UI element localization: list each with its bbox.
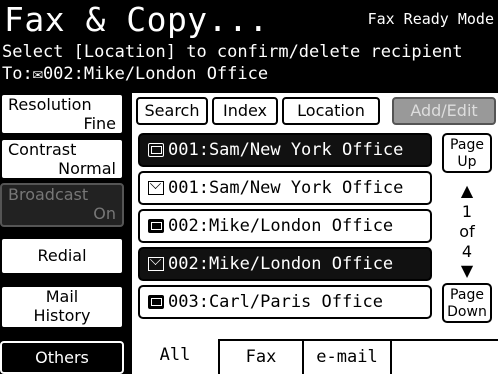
filter-tab-bar: All Fax e-mail	[132, 339, 498, 374]
page-down-label-2: Down	[447, 304, 487, 320]
address-book-panel: Search Index Location Add/Edit 001:Sam/N…	[130, 93, 498, 374]
total-pages: 4	[461, 242, 473, 261]
contrast-label: Contrast	[8, 140, 77, 159]
list-item[interactable]: 002:Mike/London Office	[138, 209, 432, 243]
contrast-button[interactable]: Contrast Normal	[0, 138, 124, 180]
mail-icon	[148, 181, 164, 195]
list-item-label: 002:Mike/London Office	[168, 254, 394, 274]
page-up-button[interactable]: Page Up	[442, 133, 492, 173]
tab-all[interactable]: All	[132, 339, 220, 374]
list-item[interactable]: 001:Sam/New York Office	[138, 133, 432, 167]
mail-icon	[148, 257, 164, 271]
mode-status: Fax Ready Mode	[367, 10, 494, 28]
resolution-button[interactable]: Resolution Fine	[0, 93, 124, 135]
add-edit-button[interactable]: Add/Edit	[392, 97, 496, 125]
tab-fax[interactable]: Fax	[220, 341, 304, 374]
list-item-label: 002:Mike/London Office	[168, 216, 394, 236]
contrast-value: Normal	[58, 159, 116, 178]
redial-button[interactable]: Redial	[0, 237, 124, 275]
current-page: 1	[461, 202, 473, 221]
resolution-label: Resolution	[8, 95, 92, 114]
instruction-text: Select [Location] to confirm/delete reci…	[2, 42, 463, 62]
page-down-button[interactable]: Page Down	[442, 283, 492, 323]
arrow-up-icon: ▲	[460, 181, 474, 200]
fax-icon	[148, 143, 164, 157]
mail-history-button[interactable]: Mail History	[0, 285, 124, 329]
list-item[interactable]: 003:Carl/Paris Office	[138, 285, 432, 319]
list-item-label: 001:Sam/New York Office	[168, 140, 404, 160]
list-item[interactable]: 002:Mike/London Office	[138, 247, 432, 281]
arrow-down-icon: ▼	[460, 261, 474, 280]
search-button[interactable]: Search	[136, 97, 208, 125]
mail-history-label-1: Mail	[45, 287, 79, 306]
broadcast-value: On	[93, 204, 116, 223]
fax-icon	[148, 219, 164, 233]
page-up-label-2: Up	[457, 154, 477, 170]
page-up-label-1: Page	[450, 137, 484, 153]
pager: Page Up ▲ 1 of 4 ▼ Page Down	[440, 133, 496, 329]
index-button[interactable]: Index	[212, 97, 278, 125]
others-button[interactable]: Others	[0, 341, 124, 374]
broadcast-button[interactable]: Broadcast On	[0, 183, 124, 227]
broadcast-label: Broadcast	[8, 185, 89, 204]
fax-icon	[148, 295, 164, 309]
location-button[interactable]: Location	[282, 97, 380, 125]
others-label: Others	[35, 348, 89, 367]
recipient-line: To:✉002:Mike/London Office	[2, 64, 269, 84]
page-of-label: of	[459, 222, 475, 241]
resolution-value: Fine	[83, 114, 116, 133]
page-down-label-1: Page	[450, 287, 484, 303]
mail-history-label-2: History	[33, 306, 91, 325]
left-panel: Resolution Fine Contrast Normal Broadcas…	[0, 93, 132, 374]
tab-email[interactable]: e-mail	[304, 341, 392, 374]
list-item[interactable]: 001:Sam/New York Office	[138, 171, 432, 205]
screen-title: Fax & Copy...	[4, 0, 269, 39]
list-item-label: 003:Carl/Paris Office	[168, 292, 383, 312]
redial-label: Redial	[37, 246, 87, 265]
header: Fax & Copy... Fax Ready Mode Select [Loc…	[0, 0, 498, 86]
list-item-label: 001:Sam/New York Office	[168, 178, 404, 198]
